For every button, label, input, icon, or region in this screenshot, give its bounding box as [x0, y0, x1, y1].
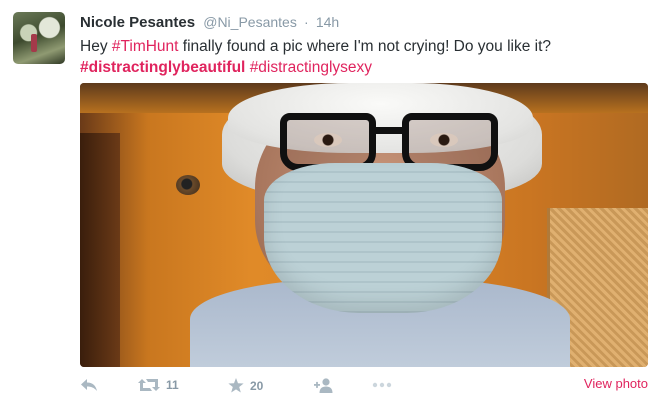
more-icon [372, 382, 392, 388]
photo-door [80, 133, 120, 367]
avatar-figure [31, 34, 37, 52]
separator-dot: · [304, 14, 309, 30]
user-handle[interactable]: @Ni_Pesantes [203, 14, 297, 30]
tweet-header: Nicole Pesantes @Ni_Pesantes · 14h [80, 14, 339, 31]
photo-camera [176, 175, 200, 195]
tweet-timestamp[interactable]: 14h [316, 14, 339, 30]
tweet-text: Hey #TimHunt finally found a pic where I… [80, 36, 640, 78]
reply-icon [81, 379, 97, 391]
photo-surgical-mask [264, 163, 502, 313]
more-button[interactable] [372, 382, 392, 388]
retweet-icon [138, 379, 160, 391]
tweet-actions: 11 20 View photo [80, 372, 648, 402]
eye-right [430, 133, 458, 147]
glasses-bridge [372, 127, 406, 134]
hashtag-distractinglybeautiful[interactable]: #distractinglybeautiful [80, 59, 245, 76]
follow-icon [314, 378, 333, 393]
star-icon [228, 378, 244, 393]
tweet-photo[interactable] [80, 83, 648, 367]
follow-button[interactable] [314, 378, 334, 393]
user-avatar[interactable] [13, 12, 65, 64]
favorite-button[interactable]: 20 [228, 378, 263, 393]
retweet-button[interactable]: 11 [138, 378, 179, 392]
reply-button[interactable] [80, 378, 98, 392]
tweet-text-part: Hey [80, 38, 112, 55]
hashtag-distractinglysexy[interactable]: #distractinglysexy [250, 59, 372, 76]
retweet-count: 11 [166, 378, 179, 392]
tweet-text-part: finally found a pic where I'm not crying… [178, 38, 552, 55]
eye-left [314, 133, 342, 147]
view-photo-link[interactable]: View photo [584, 376, 648, 391]
user-name[interactable]: Nicole Pesantes [80, 14, 195, 31]
favorite-count: 20 [250, 378, 264, 393]
hashtag-timhunt[interactable]: #TimHunt [112, 38, 179, 55]
